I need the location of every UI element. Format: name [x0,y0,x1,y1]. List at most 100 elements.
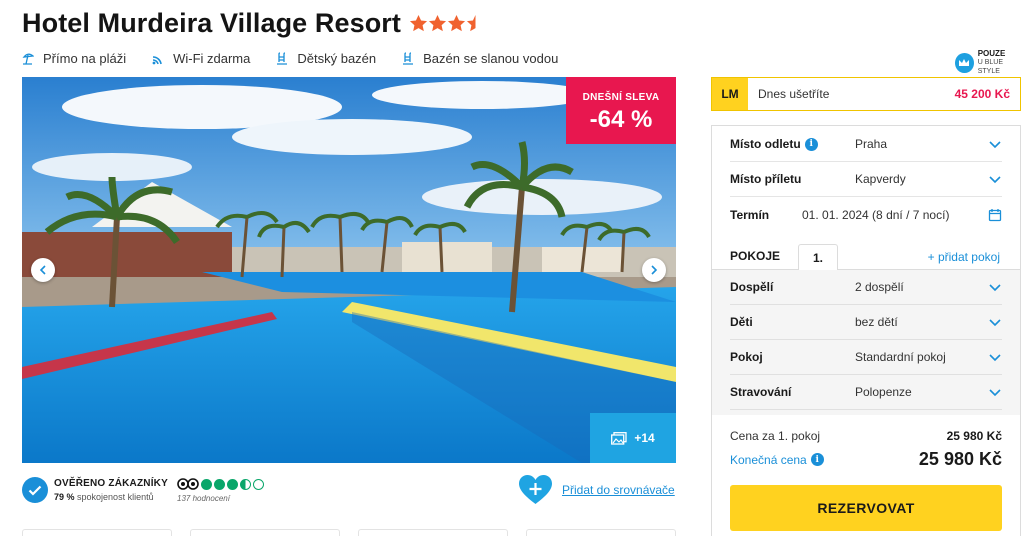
compare-action[interactable]: Přidat do srovnávače [519,475,675,505]
info-cards [22,529,694,536]
amenity-item: Dětský bazén [276,51,376,66]
room-type-value: Standardní pokoj [855,350,946,364]
pool-ladder-icon [277,52,288,65]
adults-select[interactable]: Dospělí 2 dospělí [730,270,1002,305]
chevron-right-icon [651,265,658,275]
lm-text: Dnes ušetříte [758,87,830,101]
departure-value: Praha [855,137,888,151]
chevron-down-icon[interactable] [988,172,1002,186]
blue-style-line1: POUZE [977,49,1006,58]
star-icon [409,14,428,32]
board-select[interactable]: Stravování Polopenze [730,375,1002,410]
rating-dot-full [201,478,212,490]
hotel-title: Hotel Murdeira Village Resort [22,8,402,38]
beach-icon [22,53,34,65]
more-photos-count: +14 [634,431,655,445]
star-icon [447,14,466,32]
info-icon[interactable]: i [804,137,818,151]
term-label: Termín [730,207,770,222]
reserve-button[interactable]: REZERVOVAT [730,485,1002,531]
term-select[interactable]: Termín 01. 01. 2024 (8 dní / 7 nocí) [730,197,1002,232]
rooms-label: POKOJE [730,249,781,263]
chevron-down-icon[interactable] [988,385,1002,399]
rating-dot-empty [253,478,264,490]
final-price-value: 25 980 Kč [918,449,1002,469]
amenity-label: Dětský bazén [297,51,377,66]
chevron-down-icon[interactable] [988,137,1002,151]
tripadvisor-owl-icon [177,478,199,490]
chevron-left-icon [39,265,46,275]
heart-plus-icon[interactable] [519,475,552,505]
crown-icon [955,52,974,73]
info-card[interactable] [358,529,508,536]
booking-panel: Místo odletu i Praha Místo příletu Kapver… [711,125,1021,536]
rating-dot-half [240,478,251,490]
rooms-header: POKOJE 1. + přidat pokoj [712,244,1020,271]
wifi-icon [152,55,162,64]
blue-style-line2: U BLUE STYLE [977,59,1004,75]
add-to-compare-link[interactable]: Přidat do srovnávače [562,483,675,497]
chevron-down-icon[interactable] [988,315,1002,329]
amenity-label: Wi-Fi zdarma [173,51,251,66]
rating-dot-full [214,478,225,490]
arrival-select[interactable]: Místo příletu Kapverdy [730,162,1002,197]
adults-label: Dospělí [730,280,774,294]
departure-select[interactable]: Místo odletu i Praha [730,127,1002,162]
info-icon[interactable]: i [810,453,824,466]
final-price-row: Konečná cena i 25 980 Kč [730,449,1002,470]
board-label: Stravování [730,385,792,399]
room-config: Dospělí 2 dospělí Děti bez dětí Pokoj St… [712,270,1020,415]
children-value: bez dětí [855,315,898,329]
children-label: Děti [730,315,753,329]
room-price-value: 25 980 Kč [946,429,1002,443]
amenity-label: Přímo na pláži [43,51,127,66]
arrival-label: Místo příletu [730,172,802,186]
satisfaction-percent: 79 % [54,492,75,502]
hotel-header: Hotel Murdeira Village Resort [22,8,485,39]
room-price-row: Cena za 1. pokoj 25 980 Kč [730,429,1002,443]
tripadvisor-rating[interactable]: 137 hodnocení [177,478,264,503]
info-card[interactable] [526,529,676,536]
pool-ladder-icon [403,52,414,65]
calendar-icon[interactable] [988,208,1002,222]
room-price-label: Cena za 1. pokoj [730,429,821,443]
more-photos-button[interactable]: +14 [590,413,676,463]
star-icon [428,14,447,32]
info-card[interactable] [22,529,172,536]
discount-value: -64 % [589,106,653,133]
room-type-select[interactable]: Pokoj Standardní pokoj [730,340,1002,375]
room-type-label: Pokoj [730,350,763,364]
rating-dot-full [227,478,238,490]
amenity-label: Bazén se slanou vodou [423,51,559,66]
children-select[interactable]: Děti bez dětí [730,305,1002,340]
verified-title: OVĚŘENO ZÁKAZNÍKY [54,478,168,489]
discount-badge: DNEŠNÍ SLEVA -64 % [566,77,676,144]
term-value: 01. 01. 2024 (8 dní / 7 nocí) [802,207,950,222]
lm-badge: LM [712,78,748,110]
departure-label: Místo odletu [730,137,801,151]
chevron-down-icon[interactable] [988,350,1002,364]
photo-gallery[interactable]: DNEŠNÍ SLEVA -64 % +14 [22,77,676,463]
final-price-label: Konečná cena [730,452,807,467]
gallery-next-button[interactable] [642,258,666,282]
last-minute-banner: LM Dnes ušetříte 45 200 Kč [711,77,1021,111]
gallery-prev-button[interactable] [31,258,55,282]
photos-icon [611,431,627,445]
review-count: 137 hodnocení [177,494,230,503]
discount-label: DNEŠNÍ SLEVA [582,92,660,103]
board-value: Polopenze [855,385,912,399]
blue-style-badge: POUZE U BLUE STYLE [955,49,1024,76]
room-tab-1[interactable]: 1. [798,244,838,271]
verified-badge: OVĚŘENO ZÁKAZNÍKY 79 % spokojenost klien… [22,477,168,503]
add-room-link[interactable]: + přidat pokoj [928,250,1000,264]
info-card[interactable] [190,529,340,536]
amenity-item: Bazén se slanou vodou [402,51,558,66]
lm-savings-amount: 45 200 Kč [954,87,1010,101]
amenity-item: Wi-Fi zdarma [152,51,250,66]
star-rating [409,14,485,33]
amenity-item: Přímo na pláži [22,51,126,66]
arrival-value: Kapverdy [855,172,906,186]
half-star-icon [466,14,476,32]
chevron-down-icon[interactable] [988,280,1002,294]
adults-value: 2 dospělí [855,280,904,294]
